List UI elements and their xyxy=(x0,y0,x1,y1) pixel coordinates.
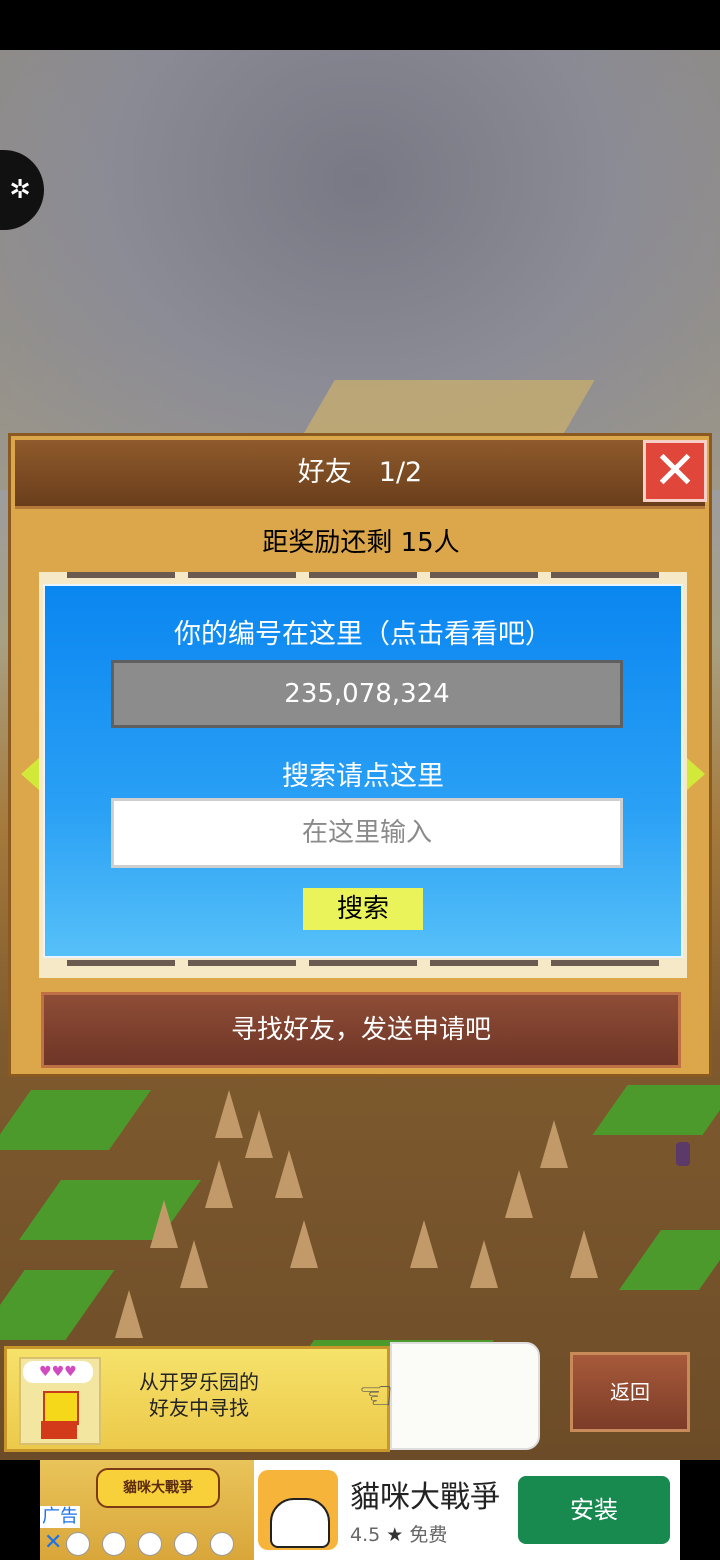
back-button[interactable]: 返回 xyxy=(570,1352,690,1432)
search-input[interactable] xyxy=(111,798,623,868)
search-button[interactable]: 搜索 xyxy=(303,888,423,930)
robot-body-icon xyxy=(41,1421,77,1439)
close-x-icon: ✕ xyxy=(653,441,697,501)
ad-banner[interactable]: 貓咪大戰爭 广告 ✕ 貓咪大戰爭 4.5 ★ 免费 安装 xyxy=(0,1460,720,1560)
grass-tile xyxy=(0,1270,115,1340)
status-bar xyxy=(0,0,720,50)
friend-id-panel: 你的编号在这里（点击看看吧） 235,078,324 搜索请点这里 搜索 xyxy=(43,584,683,958)
ad-app-name: 貓咪大戰爭 xyxy=(350,1480,500,1515)
triangle-left-icon[interactable] xyxy=(21,758,39,790)
star-icon: ★ xyxy=(386,1524,404,1546)
rating-value: 4.5 xyxy=(350,1524,381,1546)
tip-line-2: 好友中寻找 xyxy=(149,1396,249,1420)
send-request-button[interactable]: 寻找好友，发送申请吧 xyxy=(41,992,681,1068)
ad-banner-title: 貓咪大戰爭 xyxy=(96,1468,220,1508)
triangle-right-icon[interactable] xyxy=(687,758,705,790)
robot-head-icon xyxy=(43,1391,79,1425)
tip-text: 从开罗乐园的 好友中寻找 xyxy=(119,1369,279,1421)
panel-frame: 你的编号在这里（点击看看吧） 235,078,324 搜索请点这里 搜索 xyxy=(39,572,687,978)
tip-line-1: 从开罗乐园的 xyxy=(139,1370,259,1394)
player-id-box[interactable]: 235,078,324 xyxy=(111,660,623,728)
rock-spire-icon xyxy=(150,1200,178,1248)
reward-remaining-text: 距奖励还剩 15人 xyxy=(262,528,460,558)
dialog-title: 好友 1/2 xyxy=(297,457,423,488)
tip-card[interactable]: ♥♥♥ 从开罗乐园的 好友中寻找 xyxy=(4,1346,390,1452)
ad-rating: 4.5 ★ 免费 xyxy=(350,1520,447,1547)
rock-spire-icon xyxy=(410,1220,438,1268)
price-label: 免费 xyxy=(409,1524,448,1546)
ad-close-icon[interactable]: ✕ xyxy=(44,1532,62,1554)
grass-tile xyxy=(592,1085,720,1135)
rock-spire-icon xyxy=(570,1230,598,1278)
search-label: 搜索请点这里 xyxy=(282,761,444,792)
ad-content[interactable]: 貓咪大戰爭 广告 ✕ 貓咪大戰爭 4.5 ★ 免费 安装 xyxy=(40,1460,680,1560)
close-button[interactable]: ✕ xyxy=(643,440,707,502)
cat-face-icon xyxy=(270,1498,330,1548)
rock-spire-icon xyxy=(540,1120,568,1168)
dialog-header: 好友 1/2 xyxy=(15,440,705,509)
install-button[interactable]: 安装 xyxy=(518,1476,670,1544)
puzzle-icon: ✲ xyxy=(9,175,31,205)
rock-spire-icon xyxy=(290,1220,318,1268)
grass-tile xyxy=(0,1090,152,1150)
pointing-hand-icon: ☜ xyxy=(358,1373,394,1419)
frame-strip-top xyxy=(67,572,659,578)
robot-avatar: ♥♥♥ xyxy=(19,1357,101,1445)
app-icon xyxy=(258,1470,338,1550)
frame-strip-bottom xyxy=(67,960,659,966)
ad-cats-art xyxy=(60,1512,240,1556)
rock-spire-icon xyxy=(505,1170,533,1218)
hearts-bubble: ♥♥♥ xyxy=(23,1361,93,1383)
villager-icon xyxy=(676,1142,690,1166)
rock-spire-icon xyxy=(470,1240,498,1288)
id-label: 你的编号在这里（点击看看吧） xyxy=(174,619,552,650)
rock-spire-icon xyxy=(180,1240,208,1288)
rock-spire-icon xyxy=(115,1290,143,1338)
ad-label: 广告 xyxy=(40,1506,80,1528)
rock-spire-icon xyxy=(215,1090,243,1138)
friends-dialog: 好友 1/2 ✕ 距奖励还剩 15人 你的编号在这里（点击看看吧） 235,07… xyxy=(8,433,712,1077)
rock-spire-icon xyxy=(245,1110,273,1158)
rock-spire-icon xyxy=(205,1160,233,1208)
grass-tile xyxy=(618,1230,720,1290)
rock-spire-icon xyxy=(275,1150,303,1198)
